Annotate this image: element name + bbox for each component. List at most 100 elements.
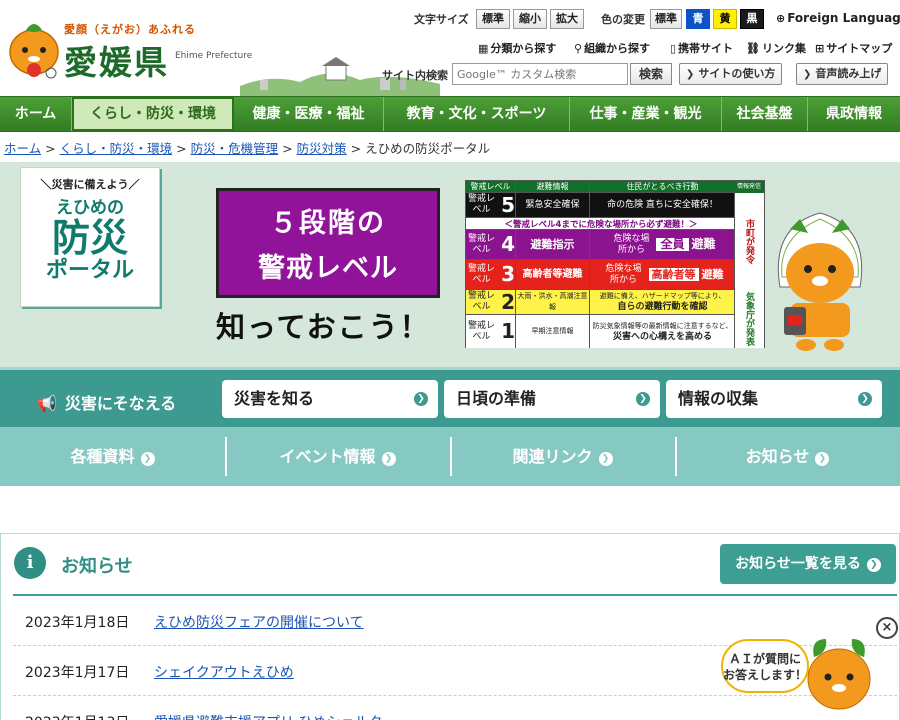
- browse-by-category-link[interactable]: ▦ 分類から探す: [478, 40, 556, 56]
- info-icon: i: [14, 547, 46, 579]
- alert-level-action-main: 自らの避難行動を確認: [617, 302, 708, 312]
- chevron-right-icon: ❯: [803, 69, 812, 80]
- event-info-link[interactable]: イベント情報 ❯: [225, 427, 450, 486]
- alert-level-label: 警戒レベル: [468, 263, 496, 285]
- category-grid-icon: ▦: [478, 42, 489, 55]
- portal-card-title: 防災: [51, 216, 128, 260]
- breadcrumb-disaster-measures[interactable]: 防災対策: [297, 141, 347, 156]
- how-to-use-label: サイトの使い方: [698, 67, 776, 80]
- nav-work-industry-tourism[interactable]: 仕事・産業・観光: [570, 97, 722, 131]
- alert-level-info: 高齢者等避難: [516, 260, 590, 289]
- text-size-standard-button[interactable]: 標準: [476, 9, 510, 29]
- text-size-large-button[interactable]: 拡大: [550, 9, 584, 29]
- chevron-circle-right-icon: ❯: [815, 452, 830, 466]
- notices-link[interactable]: お知らせ ❯: [675, 427, 900, 486]
- portal-card-name: えひめの: [56, 198, 124, 218]
- alert-level-action-pre: 危険な場所から: [605, 263, 642, 285]
- mobile-site-label: 携帯サイト: [678, 42, 734, 55]
- breadcrumb-living[interactable]: くらし・防災・環境: [60, 141, 173, 156]
- alert-table-header: 警戒レベル 避難情報 住民がとるべき行動: [466, 181, 736, 193]
- chevron-circle-right-icon: ❯: [636, 392, 650, 406]
- color-change-label: 色の変更: [601, 13, 645, 26]
- breadcrumb-separator: >: [350, 141, 362, 156]
- alert-level-number: 3: [501, 262, 515, 286]
- mikyan-emergency-mascot-icon: [777, 212, 863, 351]
- color-black-button[interactable]: 黒: [740, 9, 764, 29]
- daily-preparation-label: 日頃の準備: [456, 389, 537, 408]
- browse-by-organization-link[interactable]: ⚲ 組織から探す: [574, 40, 650, 56]
- nav-infrastructure[interactable]: 社会基盤: [722, 97, 808, 131]
- ai-chat-line2: お答えします！: [723, 668, 808, 682]
- news-item-link[interactable]: 愛媛県避難支援アプリ ひめシェルター: [154, 712, 396, 720]
- alert-level-info: 大雨・洪水・高潮注意報: [516, 290, 590, 314]
- globe-icon: ⊕: [776, 12, 786, 25]
- alert-level-row-3: 警戒レベル 3 高齢者等避難 危険な場所から 高齢者等 避難: [466, 260, 736, 290]
- ai-chat-mascot-icon[interactable]: [806, 633, 872, 713]
- alert-level-headline: ５段階の 警戒レベル: [216, 188, 440, 298]
- sitemap-link[interactable]: ⊞ サイトマップ: [815, 40, 892, 56]
- portal-card-caption: ＼災害に備えよう／: [40, 178, 140, 191]
- alert-level-action-key: 全員: [656, 238, 689, 251]
- alert-level-info: 避難指示: [516, 230, 590, 259]
- breadcrumb-separator: >: [282, 141, 293, 156]
- know-disasters-label: 災害を知る: [234, 389, 315, 408]
- portal-card-subtitle: ポータル: [45, 258, 134, 283]
- chevron-circle-right-icon: ❯: [140, 452, 155, 466]
- browse-by-organization-label: 組織から探す: [584, 42, 651, 55]
- how-to-use-button[interactable]: ❯ サイトの使い方: [679, 63, 783, 85]
- view-all-news-button[interactable]: お知らせ一覧を見る ❯: [720, 544, 896, 584]
- text-size-small-button[interactable]: 縮小: [513, 9, 547, 29]
- related-links-link[interactable]: 関連リンク ❯: [450, 427, 675, 486]
- alert-level-badge: 警戒レベル 3: [466, 260, 516, 289]
- alert-level-label: 警戒レベル: [468, 320, 496, 342]
- gather-information-button[interactable]: 情報の収集 ❯: [666, 380, 882, 418]
- chevron-circle-right-icon: ❯: [381, 452, 396, 466]
- read-aloud-button[interactable]: ❯ 音声読み上げ: [796, 63, 889, 85]
- ai-chat-bubble[interactable]: ＡＩが質問に お答えします！: [721, 639, 809, 693]
- disaster-portal-logo[interactable]: ＼災害に備えよう／ えひめの 防災 ポータル: [20, 167, 160, 307]
- know-disasters-button[interactable]: 災害を知る ❯: [222, 380, 438, 418]
- nav-living-disaster-environment[interactable]: くらし・防災・環境: [72, 97, 234, 131]
- site-header: 愛顔（えがお）あふれる 愛媛県 Ehime Prefecture 文字サイズ 標…: [0, 0, 900, 96]
- site-search-button[interactable]: 検索: [630, 63, 672, 85]
- alert-level-badge: 警戒レベル 1: [466, 315, 516, 348]
- color-standard-button[interactable]: 標準: [650, 9, 682, 29]
- daily-preparation-button[interactable]: 日頃の準備 ❯: [444, 380, 660, 418]
- news-item-date: 2023年1月13日: [25, 712, 129, 720]
- breadcrumb-current: えひめの防災ポータル: [365, 141, 491, 156]
- alert-level-label: 警戒レベル: [468, 194, 496, 215]
- nav-health-medical-welfare[interactable]: 健康・医療・福祉: [234, 97, 384, 131]
- mobile-site-link[interactable]: ▯ 携帯サイト: [670, 40, 733, 56]
- documents-link[interactable]: 各種資料 ❯: [0, 427, 225, 486]
- color-yellow-button[interactable]: 黄: [713, 9, 737, 29]
- chevron-circle-right-icon: ❯: [866, 558, 881, 572]
- disaster-prep-nav: 📢 災害にそなえる 災害を知る ❯ 日頃の準備 ❯ 情報の収集 ❯: [0, 367, 900, 427]
- color-blue-button[interactable]: 青: [686, 9, 710, 29]
- ai-chat-close-button[interactable]: ×: [876, 617, 898, 639]
- alert-level-row-1: 警戒レベル 1 早期注意情報 防災気象情報等の最新情報に注意するなど、 災害への心構…: [466, 315, 736, 348]
- alert-level-action: 危険な場所から 全員 避難: [590, 230, 736, 259]
- alert-level-badge: 警戒レベル 2: [466, 290, 516, 314]
- news-item-link[interactable]: えひめ防災フェアの開催について: [154, 612, 364, 632]
- alert-level-headline-line1: ５段階の: [270, 208, 386, 239]
- nav-education-culture-sports[interactable]: 教育・文化・スポーツ: [384, 97, 570, 131]
- breadcrumb-crisis-management[interactable]: 防災・危機管理: [191, 141, 279, 156]
- alert-level-info: 早期注意情報: [516, 315, 590, 348]
- hero-banner: ＼災害に備えよう／ えひめの 防災 ポータル ５段階の 警戒レベル 知っておこう…: [0, 162, 900, 367]
- alert-level-label: 警戒レベル: [468, 291, 496, 312]
- news-item-link[interactable]: シェイクアウトえひめ: [154, 662, 294, 682]
- breadcrumb-home[interactable]: ホーム: [4, 141, 41, 156]
- chevron-circle-right-icon: ❯: [858, 392, 872, 406]
- alert-level-label: 警戒レベル: [468, 233, 496, 255]
- foreign-language-link[interactable]: ⊕ Foreign Language: [776, 11, 900, 25]
- nav-home[interactable]: ホーム: [0, 97, 72, 131]
- alert-level-action-post: 避難: [701, 268, 724, 281]
- site-logo-name[interactable]: 愛媛県: [64, 36, 169, 84]
- site-search-input[interactable]: [452, 63, 628, 85]
- link-collection-link[interactable]: ⛓ リンク集: [746, 40, 806, 56]
- alert-level4-note: ＜警戒レベル4までに危険な場所から必ず避難！＞: [466, 218, 736, 230]
- disaster-prep-title-text: 災害にそなえる: [64, 394, 177, 413]
- documents-label: 各種資料: [70, 447, 135, 466]
- nav-prefectural-government[interactable]: 県政情報: [808, 97, 900, 131]
- alert-level-number: 1: [501, 319, 515, 343]
